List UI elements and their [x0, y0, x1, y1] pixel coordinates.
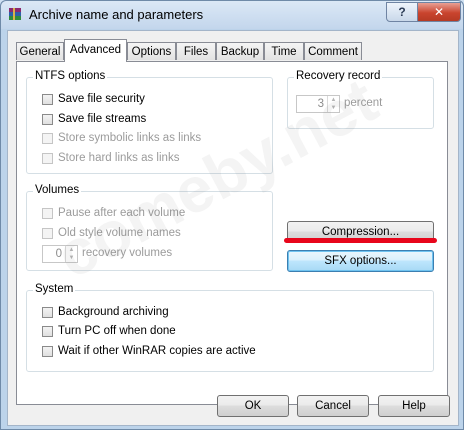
sfx-options-button[interactable]: SFX options... [287, 250, 434, 272]
window-title: Archive name and parameters [29, 7, 204, 22]
checkbox-box[interactable] [42, 113, 53, 125]
checkbox-label: Store hard links as links [58, 152, 180, 164]
pause-after-each-volume-checkbox[interactable]: Pause after each volume [42, 205, 185, 221]
recovery-percent-spinner[interactable]: 3 ▲ ▼ [296, 95, 340, 113]
help-button[interactable]: Help [378, 395, 450, 417]
checkbox-box[interactable] [42, 132, 53, 144]
checkbox-box[interactable] [42, 93, 53, 105]
spinner-arrows[interactable]: ▲ ▼ [65, 246, 77, 262]
tab-options[interactable]: Options [127, 42, 176, 60]
store-symbolic-links-checkbox[interactable]: Store symbolic links as links [42, 130, 201, 146]
checkbox-box[interactable] [42, 325, 53, 337]
dialog-window: Archive name and parameters ? ✕ General … [0, 0, 464, 430]
checkbox-label: Save file streams [58, 113, 147, 125]
recovery-percent-value: 3 [317, 98, 324, 110]
cancel-button[interactable]: Cancel [297, 395, 369, 417]
ntfs-options-group: NTFS options Save file security Save fil… [26, 70, 273, 174]
tab-advanced[interactable]: Advanced [64, 39, 127, 62]
checkbox-box[interactable] [42, 306, 53, 318]
checkbox-box[interactable] [42, 227, 53, 239]
recovery-volumes-label: recovery volumes [82, 247, 173, 259]
ok-button[interactable]: OK [217, 395, 289, 417]
checkbox-label: Pause after each volume [58, 207, 186, 219]
recovery-record-title: Recovery record [294, 70, 383, 82]
highlight-underline [284, 238, 437, 243]
tab-comment[interactable]: Comment [304, 42, 362, 60]
store-hard-links-checkbox[interactable]: Store hard links as links [42, 150, 179, 166]
percent-label: percent [344, 97, 383, 109]
close-button[interactable]: ✕ [417, 2, 461, 22]
recovery-volumes-spinner[interactable]: 0 ▲ ▼ [42, 245, 78, 263]
checkbox-label: Background archiving [58, 306, 169, 318]
checkbox-box[interactable] [42, 345, 53, 357]
question-icon: ? [398, 5, 406, 19]
tab-time[interactable]: Time [264, 42, 304, 60]
recovery-volumes-value: 0 [55, 248, 62, 260]
tab-strip: General Advanced Options Files Backup Ti… [16, 39, 456, 62]
wait-other-copies-checkbox[interactable]: Wait if other WinRAR copies are active [42, 343, 256, 359]
turn-pc-off-checkbox[interactable]: Turn PC off when done [42, 323, 176, 339]
checkbox-label: Save file security [58, 93, 145, 105]
up-arrow-icon[interactable]: ▲ [328, 96, 339, 104]
save-file-streams-checkbox[interactable]: Save file streams [42, 111, 146, 127]
down-arrow-icon[interactable]: ▼ [328, 104, 339, 112]
volumes-title: Volumes [33, 184, 82, 196]
tab-general[interactable]: General [16, 42, 64, 60]
tab-files[interactable]: Files [176, 42, 216, 60]
spinner-arrows[interactable]: ▲ ▼ [327, 96, 339, 112]
winrar-icon [9, 8, 21, 20]
tab-backup[interactable]: Backup [216, 42, 264, 60]
close-icon: ✕ [433, 5, 445, 19]
advanced-tab-panel: NTFS options Save file security Save fil… [16, 61, 448, 405]
checkbox-label: Old style volume names [58, 227, 181, 239]
checkbox-box[interactable] [42, 207, 53, 219]
dialog-client: General Advanced Options Files Backup Ti… [7, 30, 459, 426]
title-bar[interactable]: Archive name and parameters ? ✕ [1, 1, 463, 29]
checkbox-label: Wait if other WinRAR copies are active [58, 345, 256, 357]
save-file-security-checkbox[interactable]: Save file security [42, 91, 145, 107]
ntfs-options-title: NTFS options [33, 70, 108, 82]
checkbox-box[interactable] [42, 152, 53, 164]
up-arrow-icon[interactable]: ▲ [66, 246, 77, 254]
recovery-record-group: Recovery record 3 ▲ ▼ percent [287, 70, 434, 129]
down-arrow-icon[interactable]: ▼ [66, 254, 77, 262]
checkbox-label: Store symbolic links as links [58, 132, 202, 144]
help-title-button[interactable]: ? [386, 2, 418, 22]
system-group: System Background archiving Turn PC off … [26, 283, 434, 372]
checkbox-label: Turn PC off when done [58, 325, 176, 337]
old-style-volume-names-checkbox[interactable]: Old style volume names [42, 225, 181, 241]
system-title: System [33, 283, 76, 295]
volumes-group: Volumes Pause after each volume Old styl… [26, 184, 273, 271]
background-archiving-checkbox[interactable]: Background archiving [42, 304, 169, 320]
